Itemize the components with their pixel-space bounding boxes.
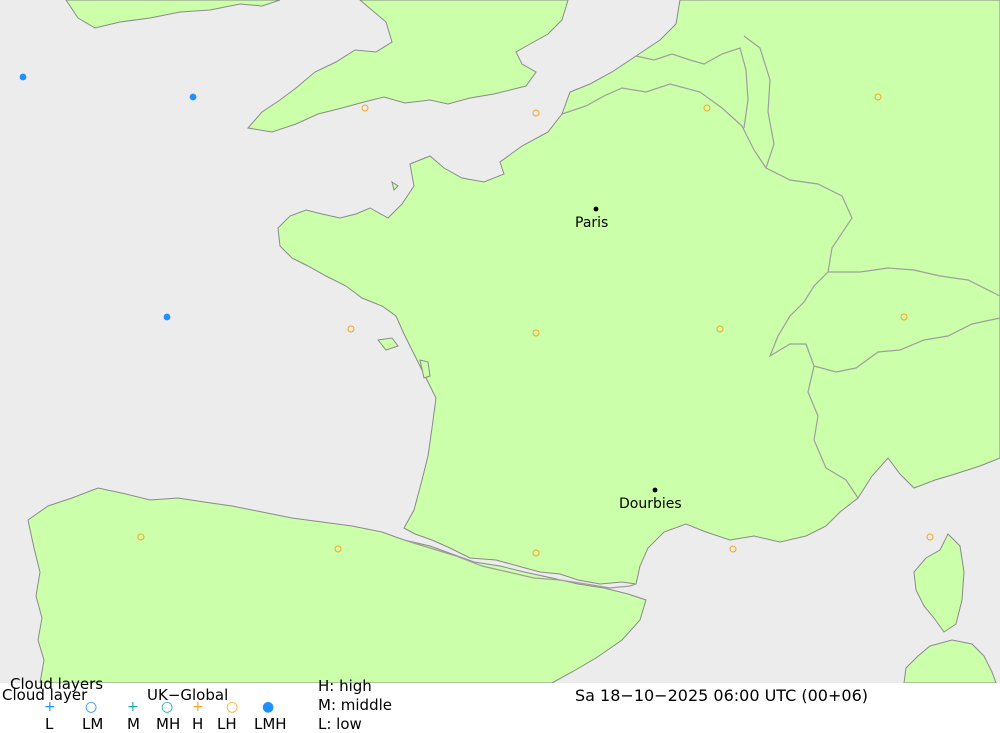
legend-label-lh: LH	[217, 715, 237, 733]
legend-symbol-lmh: ●	[262, 699, 275, 715]
legend-symbol-lh: ○	[226, 699, 239, 715]
lmh-symbol	[163, 313, 171, 321]
legend-label-lm: LM	[82, 715, 104, 733]
weather-map: Paris Dourbies	[0, 0, 1000, 683]
legend-symbol-h: +	[192, 699, 204, 715]
legend-label-l: L	[45, 715, 54, 733]
lmh-symbol	[189, 93, 197, 101]
lmh-symbol	[19, 73, 27, 81]
city-label-paris: Paris	[575, 215, 608, 231]
legend-symbol-l: +	[44, 699, 56, 715]
city-label-dourbies: Dourbies	[619, 496, 682, 512]
model-name: UK−Global	[147, 686, 229, 704]
forecast-datetime: Sa 18−10−2025 06:00 UTC (00+06)	[575, 686, 868, 705]
city-dot	[593, 206, 599, 212]
legend-symbol-lm: ○	[85, 699, 98, 715]
city-dot	[652, 487, 658, 493]
legend-label-m: M	[127, 715, 140, 733]
legend-label-h: H	[192, 715, 204, 733]
key-middle: M: middle	[318, 696, 392, 714]
legend-symbol-mh: ○	[161, 699, 174, 715]
legend-label-lmh: LMH	[254, 715, 287, 733]
key-low: L: low	[318, 715, 362, 733]
legend-label-mh: MH	[156, 715, 181, 733]
legend-symbol-m: +	[127, 699, 139, 715]
key-high: H: high	[318, 677, 372, 695]
